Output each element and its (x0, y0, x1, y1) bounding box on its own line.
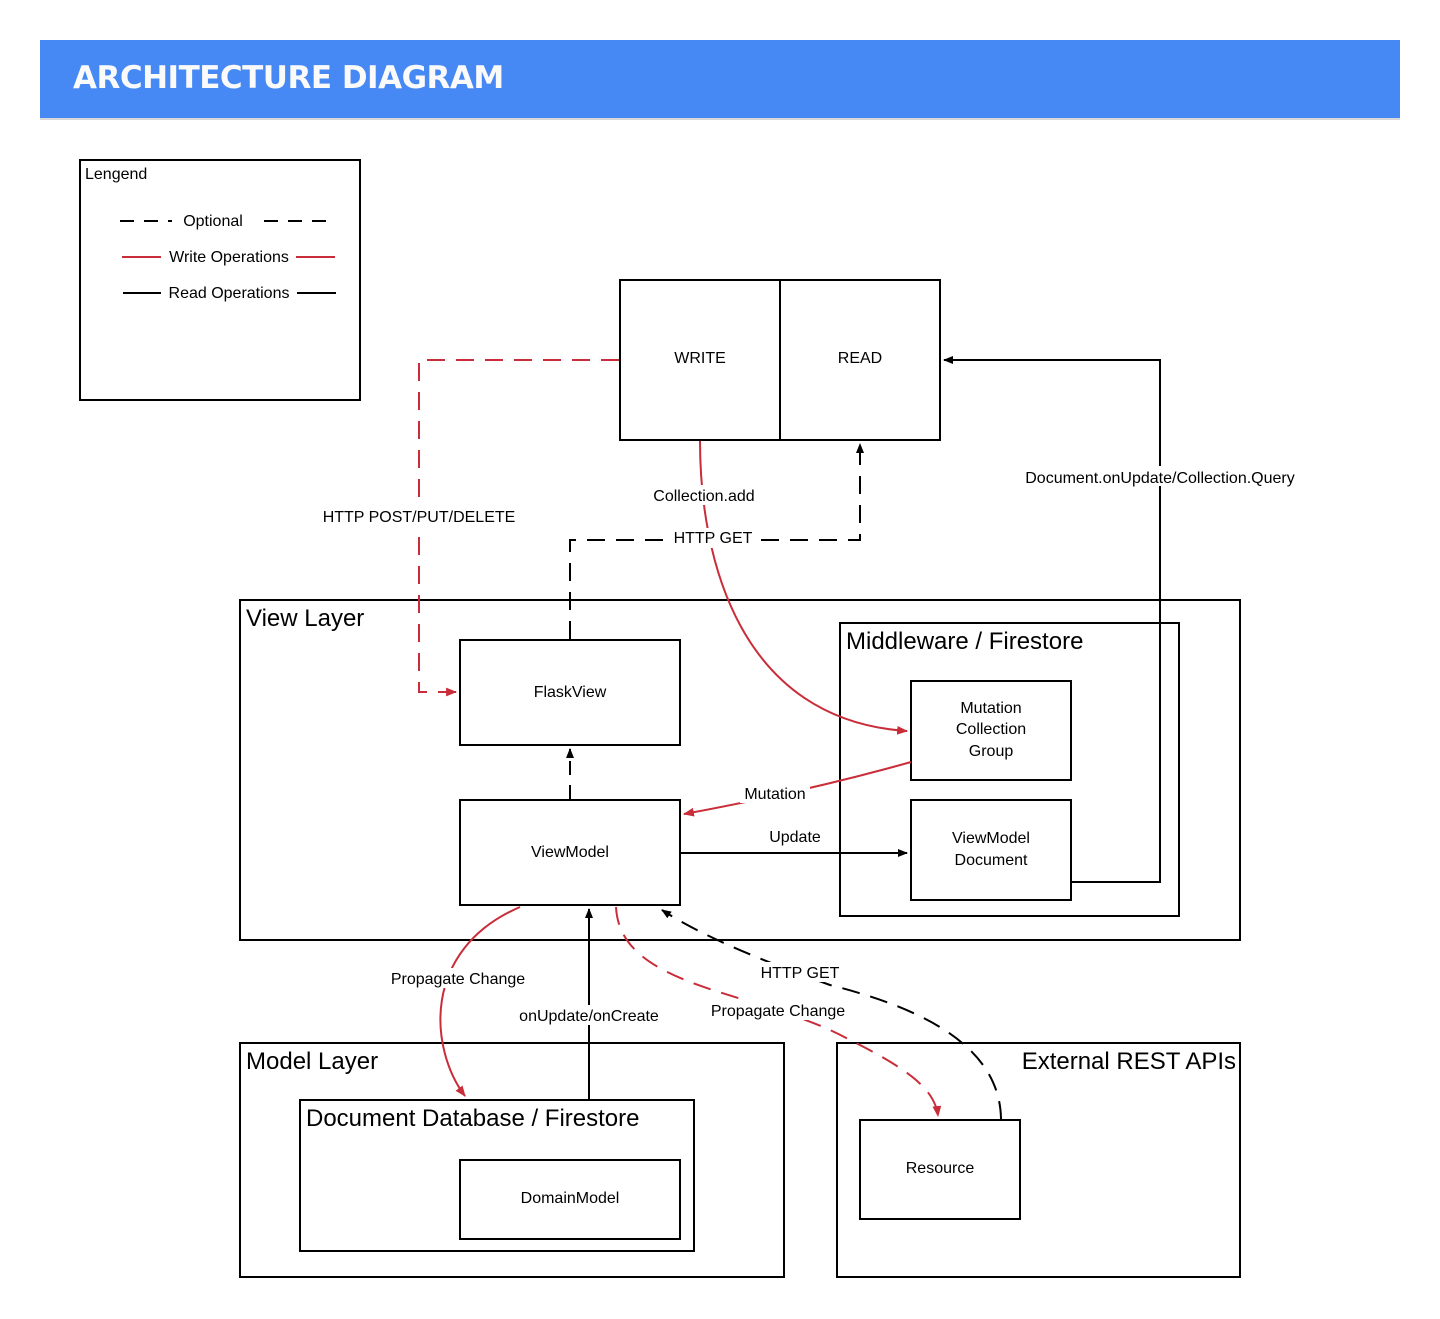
read-endpoint-label: READ (838, 350, 882, 367)
mutation-group-label-line-2: Collection (956, 721, 1026, 738)
domain-model-label: DomainModel (521, 1190, 620, 1207)
legend-write-label: Write Operations (169, 249, 289, 266)
legend: Lengend Optional Write Operations Read O… (79, 159, 361, 401)
legend-read-label: Read Operations (169, 285, 290, 302)
document-database-title: Document Database / Firestore (306, 1105, 639, 1132)
legend-title: Lengend (85, 166, 147, 183)
viewmodel-document-label-line-1: ViewModel (952, 830, 1030, 847)
edge-label-http-get-top: HTTP GET (674, 530, 753, 547)
view-layer-title: View Layer (246, 605, 364, 632)
viewmodel-label: ViewModel (531, 844, 609, 861)
edge-label-onupdate-oncreate: onUpdate/onCreate (519, 1008, 659, 1025)
edge-label-update: Update (769, 829, 821, 846)
edge-label-http-get-bottom: HTTP GET (761, 965, 840, 982)
flaskview-label: FlaskView (534, 684, 607, 701)
edge-label-document-onupdate: Document.onUpdate/Collection.Query (1025, 470, 1294, 487)
legend-box (79, 159, 361, 401)
edge-label-http-post-put-delete: HTTP POST/PUT/DELETE (323, 509, 516, 526)
architecture-diagram: Lengend Optional Write Operations Read O… (79, 159, 1313, 1278)
model-layer-title: Model Layer (246, 1048, 378, 1075)
edge-label-propagate-change-left: Propagate Change (391, 971, 525, 988)
mutation-group-label-line-1: Mutation (960, 700, 1021, 717)
middleware-title: Middleware / Firestore (846, 628, 1083, 655)
write-endpoint-label: WRITE (674, 350, 726, 367)
viewmodel-document-label-line-2: Document (955, 852, 1028, 869)
resource-label: Resource (906, 1160, 975, 1177)
edge-label-mutation: Mutation (744, 786, 805, 803)
edge-label-propagate-change-right: Propagate Change (711, 1003, 845, 1020)
legend-optional-label: Optional (183, 213, 243, 230)
edge-label-collection-add: Collection.add (653, 488, 754, 505)
viewmodel-document-node (910, 799, 1072, 901)
mutation-group-label-line-3: Group (969, 743, 1014, 760)
external-apis-title: External REST APIs (1022, 1048, 1236, 1075)
